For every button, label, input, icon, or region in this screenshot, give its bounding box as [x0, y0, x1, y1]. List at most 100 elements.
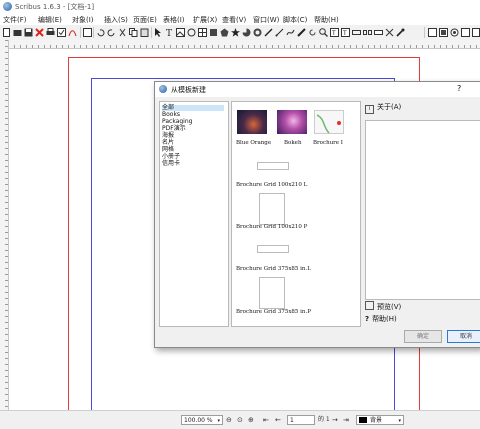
image-frame-icon[interactable] [176, 28, 185, 37]
window-title: Scribus 1.6.3 - [文档-1] [15, 3, 95, 11]
arc-tool-icon[interactable] [242, 28, 251, 37]
menu-file[interactable]: 文件(F) [3, 15, 27, 25]
menu-object[interactable]: 对象(I) [72, 15, 94, 25]
save-icon[interactable] [24, 28, 33, 37]
svg-text:T: T [331, 30, 336, 37]
pdf-export-icon[interactable] [68, 28, 77, 37]
menu-edit[interactable]: 编辑(E) [38, 15, 62, 25]
template-label: Brochure Grid 100x210 P [236, 224, 308, 230]
template-label: Blue Orange [236, 140, 272, 146]
bezier-tool-icon[interactable] [275, 28, 284, 37]
template-thumbnail[interactable] [277, 110, 307, 134]
next-page-icon[interactable]: → [332, 415, 338, 425]
about-text-area [365, 120, 480, 300]
zoom-in-icon[interactable]: ⊕ [248, 415, 254, 425]
line-tool-icon[interactable] [264, 28, 273, 37]
redo-icon[interactable] [107, 28, 116, 37]
select-tool-icon[interactable] [154, 28, 163, 37]
menu-view[interactable]: 查看(V) [222, 15, 246, 25]
svg-text:T: T [166, 29, 172, 37]
table-tool-icon[interactable] [198, 28, 207, 37]
pdf-checkbox-icon[interactable] [472, 28, 480, 37]
preflight-icon[interactable] [57, 28, 66, 37]
category-list[interactable]: 全部 Books Packaging PDF演示 海报 名片 网格 小册子 信用… [159, 101, 229, 327]
about-section-toggle[interactable]: i 关于(A) [365, 102, 401, 114]
dialog-help-button[interactable]: ? [457, 84, 461, 93]
template-thumbnail[interactable] [237, 110, 267, 134]
menu-bar: 文件(F) 编辑(E) 对象(I) 插入(S) 页面(E) 表格(I) 扩展(X… [0, 14, 480, 25]
chevron-down-icon[interactable]: ▾ [398, 416, 401, 426]
polygon-tool-icon[interactable] [220, 28, 229, 37]
template-label: Brochure Grid 375x85 in.P [236, 309, 311, 315]
edit-in-preview-icon[interactable] [439, 28, 448, 37]
page-number-field[interactable]: 1 [287, 415, 315, 425]
shape-tool-icon[interactable] [209, 28, 218, 37]
template-gallery[interactable]: Blue Orange Bokeh Brochure I Brochure Gr… [231, 101, 361, 327]
template-thumbnail[interactable] [259, 277, 285, 309]
template-thumbnail[interactable] [257, 245, 289, 253]
help-section-toggle[interactable]: ? 帮助(H) [365, 314, 397, 324]
text-tool-icon[interactable]: T [165, 28, 174, 39]
cancel-button[interactable]: 取消 [447, 330, 480, 343]
template-label: Brochure Grid 375x85 in.L [236, 266, 311, 272]
image-icon [365, 301, 374, 310]
unlink-frames-icon[interactable] [363, 28, 372, 37]
menu-page[interactable]: 页面(E) [133, 15, 157, 25]
spiral-tool-icon[interactable] [253, 28, 262, 37]
measure-tool-icon[interactable] [374, 28, 383, 37]
page-count-label: 的 1 [318, 416, 330, 423]
ok-button[interactable]: 确定 [404, 330, 442, 343]
print-icon[interactable] [46, 28, 55, 37]
menu-insert[interactable]: 插入(S) [104, 15, 128, 25]
preview-mode-icon[interactable] [428, 28, 437, 37]
preview-section-toggle[interactable]: 预览(V) [365, 301, 401, 312]
template-label: Bokeh [284, 140, 302, 146]
first-page-icon[interactable]: ⇤ [263, 415, 269, 425]
zoom-tool-icon[interactable] [319, 28, 328, 37]
undo-icon[interactable] [96, 28, 105, 37]
eyedropper-icon[interactable] [396, 28, 405, 37]
template-label: Brochure Grid 100x210 L [236, 182, 308, 188]
main-toolbar: T T T [0, 25, 480, 41]
page-number-value: 1 [290, 417, 294, 424]
star-tool-icon[interactable] [231, 28, 240, 37]
open-icon[interactable] [13, 28, 22, 37]
new-document-icon[interactable] [2, 28, 11, 37]
render-frame-icon[interactable] [187, 28, 196, 37]
menu-script[interactable]: 脚本(C) [283, 15, 307, 25]
menu-help[interactable]: 帮助(H) [314, 15, 339, 25]
text-frame-tool-icon[interactable] [83, 28, 92, 37]
calligraphy-tool-icon[interactable] [297, 28, 306, 37]
layer-selector[interactable]: 背景 ▾ [356, 415, 404, 425]
close-icon[interactable] [35, 28, 44, 37]
story-editor-icon[interactable]: T [341, 28, 350, 37]
menu-table[interactable]: 表格(I) [163, 15, 185, 25]
freehand-tool-icon[interactable] [286, 28, 295, 37]
menu-window[interactable]: 窗口(W) [253, 15, 279, 25]
rotate-tool-icon[interactable] [308, 28, 317, 37]
dialog-title-bar: 从模板新建 ? [155, 82, 480, 97]
cut-icon[interactable] [118, 28, 127, 37]
new-from-template-dialog: 从模板新建 ? 全部 Books Packaging PDF演示 海报 名片 网… [154, 81, 480, 348]
last-page-icon[interactable]: ⇥ [343, 415, 349, 425]
zoom-actual-icon[interactable]: ⊙ [237, 415, 243, 425]
copy-icon[interactable] [129, 28, 138, 37]
scribus-logo-icon [159, 85, 167, 93]
zoom-out-icon[interactable]: ⊖ [226, 415, 232, 425]
template-thumbnail[interactable] [257, 162, 289, 170]
menu-extras[interactable]: 扩展(X) [193, 15, 217, 25]
copy-properties-icon[interactable] [385, 28, 394, 37]
template-thumbnail[interactable] [314, 110, 344, 134]
layer-color-swatch [359, 417, 367, 423]
link-frames-icon[interactable] [352, 28, 361, 37]
zoom-level-field[interactable]: 100.00 % ▾ [181, 415, 223, 425]
chevron-down-icon[interactable]: ▾ [217, 416, 220, 426]
template-thumbnail[interactable] [259, 193, 285, 225]
dialog-title: 从模板新建 [171, 86, 206, 94]
category-item-credit-cards[interactable]: 信用卡 [162, 161, 180, 167]
previous-page-icon[interactable]: ← [275, 415, 281, 425]
edit-text-icon[interactable]: T [330, 28, 339, 37]
visual-appearance-icon[interactable] [450, 28, 459, 37]
paste-icon[interactable] [140, 28, 149, 37]
pdf-tools-icon[interactable] [461, 28, 470, 37]
